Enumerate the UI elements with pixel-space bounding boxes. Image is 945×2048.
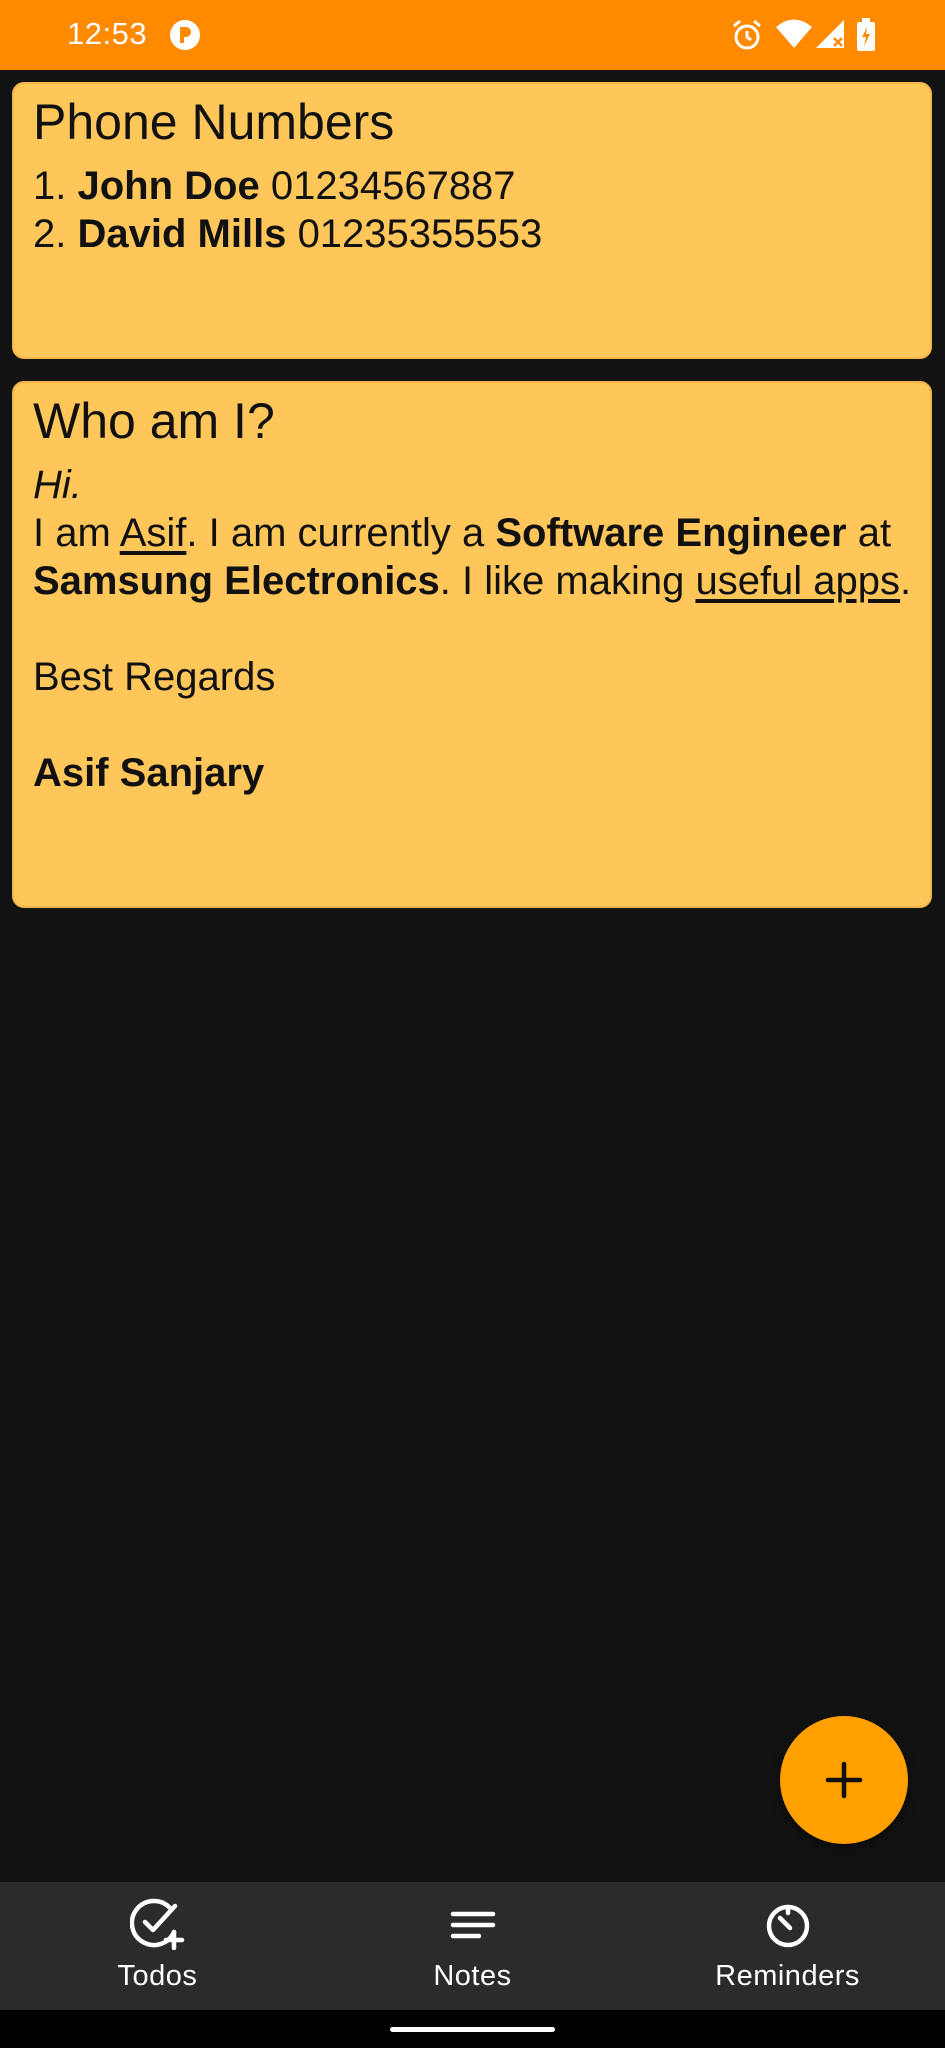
note-closing: Best Regards [33,655,276,699]
note-body-line: Samsung Electronics. I like making usefu… [33,557,911,605]
contact-phone: 01235355553 [297,212,543,256]
wifi-icon [776,18,812,55]
apps-link[interactable]: useful apps [695,559,900,603]
list-number: 2. [33,212,67,256]
contact-name: David Mills [77,212,287,256]
gesture-navigation-bar [0,2010,945,2048]
nav-item-todos[interactable]: Todos [0,1882,315,2010]
reminder-timer-icon [766,1904,809,1948]
status-bar: 12:53 [0,0,945,70]
cell-signal-icon [814,18,846,55]
list-item: 2. David Mills 01235355553 [33,210,911,258]
note-signature: Asif Sanjary [33,751,265,795]
list-number: 1. [33,164,67,208]
list-item: 1. John Doe 01234567887 [33,162,911,210]
alarm-icon [731,18,763,57]
nav-item-notes[interactable]: Notes [315,1882,630,2010]
home-gesture-handle[interactable] [390,2027,555,2032]
note-card-phone-numbers[interactable]: Phone Numbers 1. John Doe 01234567887 2.… [12,82,932,359]
body-text: . I like making [439,559,696,603]
note-title: Phone Numbers [33,94,395,150]
note-greeting: Hi. [33,463,82,507]
plus-icon [825,1761,863,1799]
body-text: I am [33,511,120,555]
note-body-line: I am Asif. I am currently a Software Eng… [33,509,911,557]
status-time: 12:53 [67,16,148,51]
body-text: at [846,511,892,555]
company-text: Samsung Electronics [33,559,440,603]
app-notification-icon [168,18,202,57]
nav-label-notes: Notes [433,1960,512,1992]
role-text: Software Engineer [495,511,847,555]
body-text: . I am currently a [186,511,496,555]
battery-charging-icon [856,18,876,57]
contact-phone: 01234567887 [270,164,516,208]
add-note-button[interactable] [780,1716,908,1844]
name-link[interactable]: Asif [120,511,187,555]
notes-lines-icon [450,1911,495,1939]
todo-check-add-icon [129,1898,184,1950]
nav-item-reminders[interactable]: Reminders [630,1882,945,2010]
nav-label-todos: Todos [117,1960,198,1992]
note-card-who-am-i[interactable]: Who am I? Hi. I am Asif. I am currently … [12,381,932,908]
body-text: . [900,559,912,603]
note-title: Who am I? [33,393,275,449]
bottom-navigation: Todos Notes Reminders [0,1882,945,2010]
contact-name: John Doe [77,164,260,208]
nav-label-reminders: Reminders [715,1960,860,1992]
